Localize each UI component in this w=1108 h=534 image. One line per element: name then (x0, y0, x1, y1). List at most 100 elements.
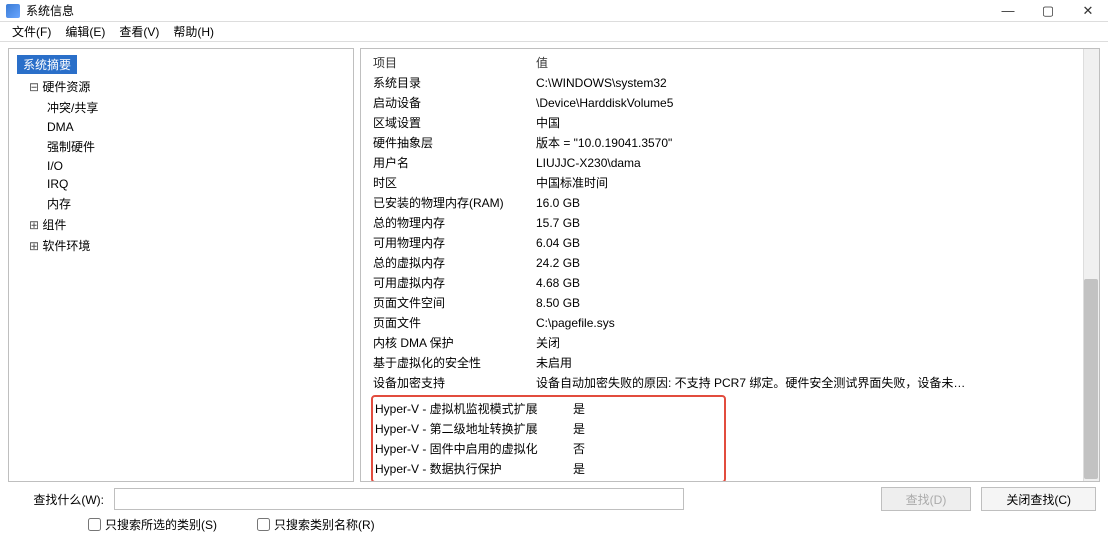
hyperv-value: 是 (573, 459, 724, 479)
hyperv-row[interactable]: Hyper-V - 虚拟机监视模式扩展是 (373, 399, 724, 419)
detail-row[interactable]: 系统目录C:\WINDOWS\system32 (371, 73, 1083, 93)
detail-value: 8.50 GB (536, 293, 1083, 313)
detail-key: 总的虚拟内存 (371, 253, 536, 273)
tree-hw-item[interactable]: 冲突/共享 (11, 97, 351, 118)
detail-row[interactable]: 用户名LIUJJC-X230\dama (371, 153, 1083, 173)
tree-hw-item[interactable]: IRQ (11, 175, 351, 193)
detail-key: 可用虚拟内存 (371, 273, 536, 293)
col-header-value[interactable]: 值 (536, 53, 1083, 73)
detail-value: C:\pagefile.sys (536, 313, 1083, 333)
menu-file[interactable]: 文件(F) (6, 21, 57, 42)
cb-names-only-label: 只搜索类别名称(R) (274, 516, 375, 533)
tree-hw-item[interactable]: 强制硬件 (11, 136, 351, 157)
detail-row[interactable]: 页面文件空间8.50 GB (371, 293, 1083, 313)
collapse-icon[interactable]: ⊟ (29, 80, 39, 94)
tree-software[interactable]: ⊞ 软件环境 (11, 235, 351, 256)
detail-key: 总的物理内存 (371, 213, 536, 233)
window-title: 系统信息 (26, 2, 74, 19)
find-button[interactable]: 查找(D) (881, 487, 972, 511)
detail-scroll: 项目 值 系统目录C:\WINDOWS\system32启动设备\Device\… (361, 49, 1083, 481)
detail-key: 页面文件空间 (371, 293, 536, 313)
hyperv-key: Hyper-V - 第二级地址转换扩展 (373, 419, 573, 439)
hyperv-highlight: Hyper-V - 虚拟机监视模式扩展是Hyper-V - 第二级地址转换扩展是… (371, 395, 726, 481)
detail-row[interactable]: 可用物理内存6.04 GB (371, 233, 1083, 253)
tree-hardware[interactable]: ⊟ 硬件资源 (11, 76, 351, 97)
tree-hw-item[interactable]: 内存 (11, 193, 351, 214)
detail-row[interactable]: 页面文件C:\pagefile.sys (371, 313, 1083, 333)
hyperv-rows: Hyper-V - 虚拟机监视模式扩展是Hyper-V - 第二级地址转换扩展是… (373, 399, 724, 479)
cb-names-only-input[interactable] (257, 518, 270, 531)
tree-hw-item[interactable]: I/O (11, 157, 351, 175)
detail-key: 可用物理内存 (371, 233, 536, 253)
close-find-button[interactable]: 关闭查找(C) (981, 487, 1096, 511)
detail-key: 区域设置 (371, 113, 536, 133)
detail-value: 未启用 (536, 353, 1083, 373)
menu-help[interactable]: 帮助(H) (167, 21, 220, 42)
detail-row[interactable]: 已安装的物理内存(RAM)16.0 GB (371, 193, 1083, 213)
tree-hardware-label: 硬件资源 (42, 80, 90, 94)
detail-key: 用户名 (371, 153, 536, 173)
checkbox-row: 只搜索所选的类别(S) 只搜索类别名称(R) (12, 512, 1096, 533)
tree-hw-item[interactable]: DMA (11, 118, 351, 136)
minimize-button[interactable]: — (988, 0, 1028, 22)
titlebar: 系统信息 — ▢ ✕ (0, 0, 1108, 22)
footer: 查找什么(W): 查找(D) 关闭查找(C) 只搜索所选的类别(S) 只搜索类别… (0, 482, 1108, 528)
cb-names-only[interactable]: 只搜索类别名称(R) (257, 516, 375, 533)
hyperv-value: 是 (573, 399, 724, 419)
detail-value: \Device\HarddiskVolume5 (536, 93, 1083, 113)
detail-row[interactable]: 时区中国标准时间 (371, 173, 1083, 193)
tree-components-label: 组件 (42, 218, 66, 232)
window-controls: — ▢ ✕ (988, 0, 1108, 22)
tree-components[interactable]: ⊞ 组件 (11, 214, 351, 235)
scrollbar-track[interactable] (1083, 49, 1099, 481)
detail-value: 版本 = "10.0.19041.3570" (536, 133, 1083, 153)
search-label: 查找什么(W): (12, 491, 104, 508)
detail-key: 启动设备 (371, 93, 536, 113)
detail-value: 16.0 GB (536, 193, 1083, 213)
detail-row[interactable]: 内核 DMA 保护关闭 (371, 333, 1083, 353)
hyperv-key: Hyper-V - 虚拟机监视模式扩展 (373, 399, 573, 419)
detail-key: 时区 (371, 173, 536, 193)
detail-row[interactable]: 区域设置中国 (371, 113, 1083, 133)
expand-icon[interactable]: ⊞ (29, 218, 39, 232)
search-input[interactable] (114, 488, 684, 510)
expand-icon[interactable]: ⊞ (29, 239, 39, 253)
search-row: 查找什么(W): 查找(D) 关闭查找(C) (12, 486, 1096, 512)
menu-view[interactable]: 查看(V) (113, 21, 165, 42)
cb-selected-only-label: 只搜索所选的类别(S) (105, 516, 217, 533)
hyperv-row[interactable]: Hyper-V - 固件中启用的虚拟化否 (373, 439, 724, 459)
detail-key: 内核 DMA 保护 (371, 333, 536, 353)
detail-rows: 系统目录C:\WINDOWS\system32启动设备\Device\Hardd… (371, 73, 1083, 393)
hyperv-value: 是 (573, 419, 724, 439)
detail-key: 页面文件 (371, 313, 536, 333)
maximize-button[interactable]: ▢ (1028, 0, 1068, 22)
cb-selected-only-input[interactable] (88, 518, 101, 531)
detail-key: 系统目录 (371, 73, 536, 93)
hyperv-row[interactable]: Hyper-V - 数据执行保护是 (373, 459, 724, 479)
detail-value: 中国标准时间 (536, 173, 1083, 193)
detail-value: 24.2 GB (536, 253, 1083, 273)
detail-row[interactable]: 可用虚拟内存4.68 GB (371, 273, 1083, 293)
detail-row[interactable]: 基于虚拟化的安全性未启用 (371, 353, 1083, 373)
col-header-key[interactable]: 项目 (371, 53, 536, 73)
detail-row[interactable]: 总的物理内存15.7 GB (371, 213, 1083, 233)
tree-panel[interactable]: 系统摘要 ⊟ 硬件资源 冲突/共享 DMA 强制硬件 I/O IRQ 内存 ⊞ … (8, 48, 354, 482)
menu-edit[interactable]: 编辑(E) (59, 21, 111, 42)
cb-selected-only[interactable]: 只搜索所选的类别(S) (88, 516, 217, 533)
detail-value: 15.7 GB (536, 213, 1083, 233)
main-content: 系统摘要 ⊟ 硬件资源 冲突/共享 DMA 强制硬件 I/O IRQ 内存 ⊞ … (0, 42, 1108, 482)
tree-root[interactable]: 系统摘要 (11, 53, 351, 76)
detail-header-row: 项目 值 (371, 53, 1083, 73)
detail-key: 硬件抽象层 (371, 133, 536, 153)
hyperv-row[interactable]: Hyper-V - 第二级地址转换扩展是 (373, 419, 724, 439)
detail-key: 基于虚拟化的安全性 (371, 353, 536, 373)
detail-row[interactable]: 硬件抽象层版本 = "10.0.19041.3570" (371, 133, 1083, 153)
detail-value: C:\WINDOWS\system32 (536, 73, 1083, 93)
detail-row[interactable]: 设备加密支持设备自动加密失败的原因: 不支持 PCR7 绑定。硬件安全测试界面失… (371, 373, 1083, 393)
detail-row[interactable]: 总的虚拟内存24.2 GB (371, 253, 1083, 273)
detail-row[interactable]: 启动设备\Device\HarddiskVolume5 (371, 93, 1083, 113)
detail-value: 6.04 GB (536, 233, 1083, 253)
scrollbar-thumb[interactable] (1084, 279, 1098, 479)
menubar: 文件(F) 编辑(E) 查看(V) 帮助(H) (0, 22, 1108, 42)
close-button[interactable]: ✕ (1068, 0, 1108, 22)
